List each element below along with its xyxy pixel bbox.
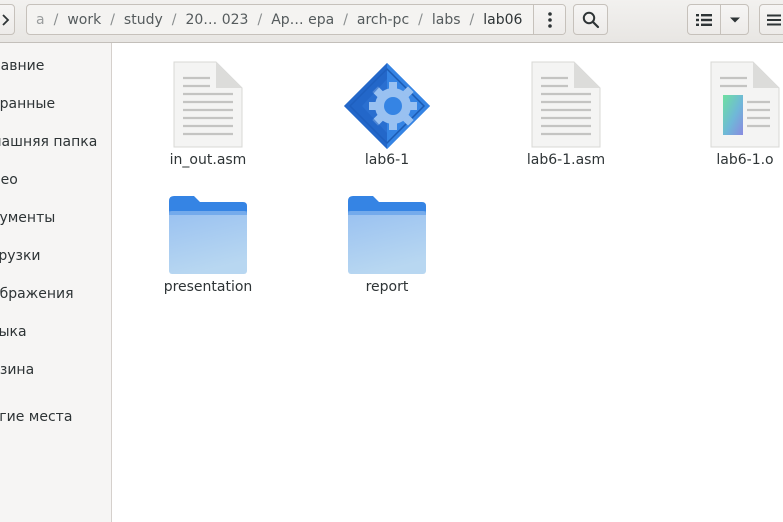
- folder-name: presentation: [163, 279, 253, 295]
- main-menu-button[interactable]: [759, 4, 783, 35]
- path-menu-button[interactable]: [533, 5, 565, 34]
- sidebar-item-starred[interactable]: бранные: [0, 92, 111, 116]
- breadcrumb-item[interactable]: a: [27, 12, 54, 28]
- breadcrumb-item[interactable]: work: [58, 12, 110, 28]
- file-item[interactable]: lab6-1.o: [685, 61, 783, 169]
- text-file-icon: [173, 61, 243, 148]
- folder-name: report: [365, 279, 409, 295]
- breadcrumb: a / work / study / 20… 023 / Ар… ера / a…: [26, 4, 566, 35]
- breadcrumb-item[interactable]: study: [115, 12, 172, 28]
- sidebar-item-pictures[interactable]: ображения: [0, 282, 111, 306]
- file-item[interactable]: lab6-1.asm: [506, 61, 626, 169]
- breadcrumb-item[interactable]: Ар… ера: [262, 12, 343, 28]
- object-file-icon: [710, 61, 780, 148]
- executable-icon: [344, 63, 430, 149]
- breadcrumb-item[interactable]: arch-pc: [348, 12, 418, 28]
- breadcrumb-current[interactable]: lab06: [474, 12, 531, 28]
- places-sidebar: давние бранные машняя папка део кументы …: [0, 43, 112, 522]
- search-icon: [582, 11, 599, 28]
- sidebar-item-recent[interactable]: давние: [0, 54, 111, 78]
- vertical-dots-icon: [547, 11, 552, 28]
- hamburger-menu-icon: [767, 14, 781, 25]
- file-name: lab6-1.asm: [526, 152, 606, 168]
- folder-item[interactable]: report: [327, 193, 447, 296]
- header-bar: a / work / study / 20… 023 / Ар… ера / a…: [0, 0, 783, 43]
- sidebar-item-music[interactable]: зыка: [0, 320, 111, 344]
- breadcrumb-item[interactable]: 20… 023: [176, 12, 257, 28]
- file-name: lab6-1: [364, 152, 410, 168]
- sidebar-item-downloads[interactable]: грузки: [0, 244, 111, 268]
- folder-icon: [348, 196, 426, 274]
- folder-item[interactable]: presentation: [148, 193, 268, 296]
- file-grid: in_out.asm lab6-1 lab6-1.asm lab6-1.o pr…: [113, 43, 783, 522]
- view-options-button[interactable]: [720, 4, 749, 35]
- list-view-icon: [696, 13, 712, 26]
- sidebar-item-home[interactable]: машняя папка: [0, 130, 111, 154]
- chevron-right-icon: [1, 13, 9, 26]
- breadcrumb-item[interactable]: labs: [423, 12, 470, 28]
- file-name: in_out.asm: [169, 152, 247, 168]
- list-view-button[interactable]: [687, 4, 721, 35]
- sidebar-item-other-locations[interactable]: угие места: [0, 405, 111, 429]
- sidebar-item-documents[interactable]: кументы: [0, 206, 111, 230]
- sidebar-item-trash[interactable]: рзина: [0, 358, 111, 382]
- file-name: lab6-1.o: [716, 152, 774, 168]
- file-item[interactable]: lab6-1: [327, 61, 447, 169]
- forward-button[interactable]: [0, 4, 15, 35]
- search-button[interactable]: [573, 4, 608, 35]
- file-item[interactable]: in_out.asm: [148, 61, 268, 169]
- chevron-down-icon: [729, 17, 740, 22]
- sidebar-item-videos[interactable]: део: [0, 168, 111, 192]
- text-file-icon: [531, 61, 601, 148]
- folder-icon: [169, 196, 247, 274]
